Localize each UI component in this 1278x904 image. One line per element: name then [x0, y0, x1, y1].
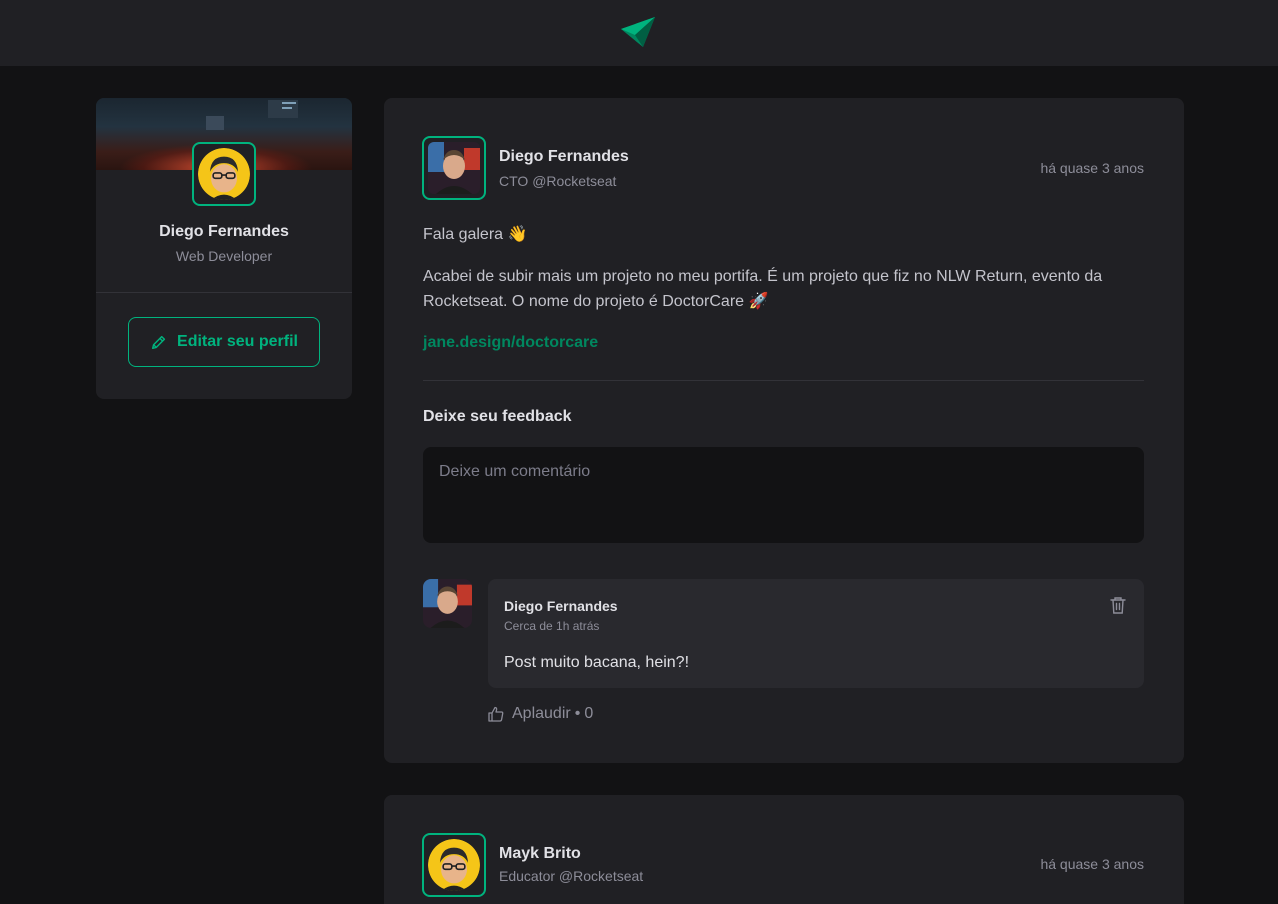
post-author-name: Diego Fernandes [499, 148, 629, 165]
ignite-feed-logo-icon [621, 17, 655, 47]
avatar-image [198, 148, 250, 200]
applaud-button[interactable]: Aplaudir • 0 [488, 703, 593, 725]
comment-input[interactable] [423, 447, 1144, 543]
post-author-role: CTO @Rocketseat [499, 173, 617, 189]
post-paragraph: Acabei de subir mais um projeto no meu p… [423, 268, 1103, 310]
edit-profile-button[interactable]: Editar seu perfil [128, 317, 320, 367]
post-paragraph: Fala galera 👋 [423, 226, 528, 243]
sidebar-divider [96, 292, 352, 293]
top-header [0, 0, 1278, 66]
edit-profile-label: Editar seu perfil [177, 333, 298, 350]
applaud-count: 0 [584, 705, 594, 722]
applaud-separator: • [574, 705, 581, 722]
comment-author-avatar[interactable] [423, 579, 472, 628]
post-divider [423, 380, 1144, 381]
thumbs-up-icon [488, 706, 504, 722]
avatar-image [428, 142, 480, 194]
delete-comment-button[interactable] [1108, 595, 1128, 615]
post-link[interactable]: jane.design/doctorcare [423, 334, 598, 352]
post-time: há quase 3 anos [1040, 160, 1144, 176]
post-time: há quase 3 anos [1040, 856, 1144, 872]
post-author-avatar[interactable] [422, 833, 486, 897]
comment-box: Diego Fernandes Cerca de 1h atrás Post m… [488, 579, 1144, 688]
pencil-icon [152, 335, 166, 350]
feedback-title: Deixe seu feedback [423, 408, 572, 425]
comment-author-name: Diego Fernandes [504, 598, 618, 614]
post-card: Mayk Brito Educator @Rocketseat há quase… [384, 795, 1184, 904]
post-card: Diego Fernandes CTO @Rocketseat há quase… [384, 98, 1184, 763]
comment-text: Post muito bacana, hein?! [504, 654, 690, 671]
trash-icon [1110, 597, 1126, 614]
post-author-name: Mayk Brito [499, 845, 581, 862]
profile-avatar[interactable] [192, 142, 256, 206]
profile-name: Diego Fernandes [159, 223, 289, 240]
applaud-label: Aplaudir [512, 705, 571, 722]
profile-role: Web Developer [175, 248, 273, 264]
post-author-avatar[interactable] [422, 136, 486, 200]
profile-sidebar: Diego Fernandes Web Developer Editar seu… [96, 98, 352, 399]
comment-time: Cerca de 1h atrás [504, 619, 600, 633]
avatar-image [428, 839, 480, 891]
post-author-role: Educator @Rocketseat [499, 868, 644, 884]
